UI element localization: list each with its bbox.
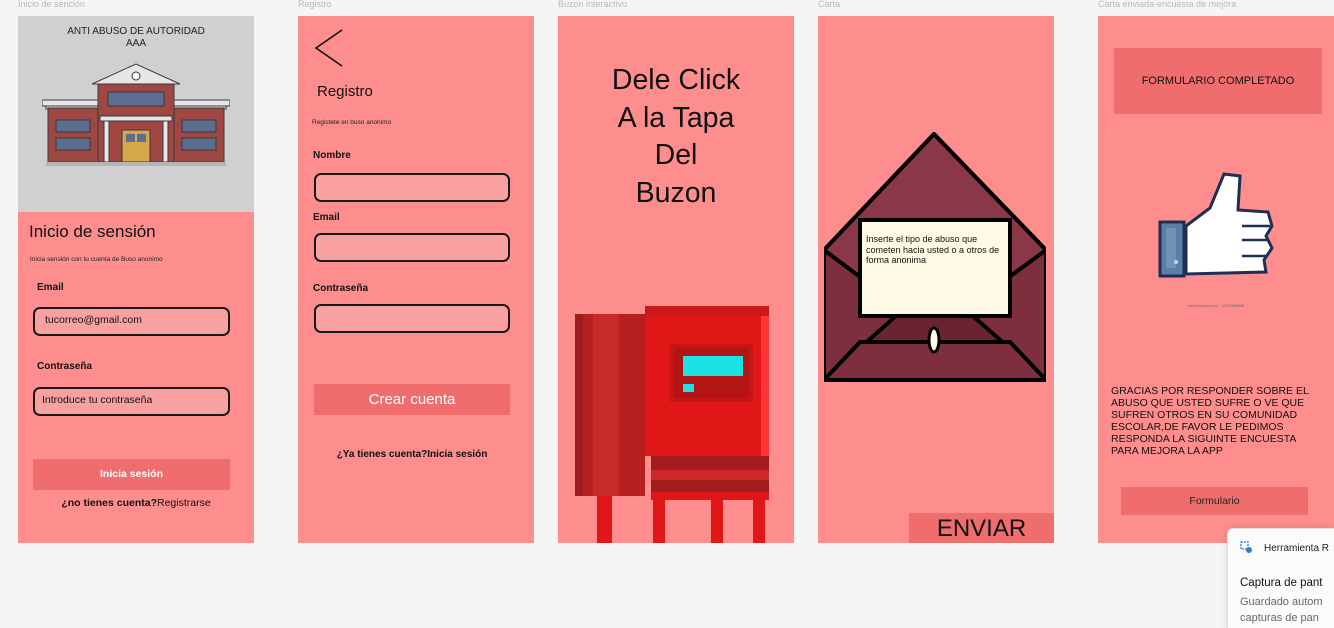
survey-frame: FORMULARIO COMPLETADO shutterstock.com ·… (1098, 16, 1334, 543)
letter-frame: Inserte el tipo de abuso que cometen hac… (818, 16, 1054, 543)
register-frame: Registro Registete en buso anonimo Nombr… (298, 16, 534, 543)
name-label: Nombre (313, 150, 351, 161)
login-title: Inicio de sensión (29, 222, 156, 241)
send-button[interactable]: ENVIAR (909, 513, 1054, 543)
register-email-label: Email (313, 212, 340, 223)
create-account-button[interactable]: Crear cuenta (314, 384, 510, 415)
frame-label-mailbox: Buzon interactivo (558, 0, 628, 9)
register-prompt: ¿no tienes cuenta?Registrarse (18, 497, 254, 509)
instruction-line-3: Del (654, 139, 698, 171)
form-completed-banner: FORMULARIO COMPLETADO (1114, 48, 1322, 114)
frame-label-letter: Carta (818, 0, 841, 9)
notification-line-2: capturas de pan (1240, 612, 1319, 624)
login-subtitle: Inicia sensión con tu cuenta de Buso ano… (30, 256, 163, 263)
notification-app-name: Herramienta R (1264, 543, 1330, 554)
brand-name: ANTI ABUSO DE AUTORIDAD (67, 26, 205, 37)
thank-you-message: GRACIAS POR RESPONDER SOBRE EL ABUSO QUE… (1111, 385, 1309, 457)
form-button[interactable]: Formulario (1121, 487, 1308, 515)
snipping-tool-icon (1240, 541, 1252, 553)
frame-label-login: Inicio de sención (18, 0, 86, 9)
instruction-line-2: A la Tapa (617, 101, 735, 134)
password-placeholder: Introduce tu contraseña (42, 394, 153, 406)
thumbs-up-icon (1158, 172, 1274, 278)
register-link[interactable]: Registrarse (157, 497, 211, 509)
email-value: tucorreo@gmail.com (45, 314, 143, 326)
register-email-field[interactable] (314, 233, 510, 262)
login-frame: ANTI ABUSO DE AUTORIDAD AAA Inicio de se… (18, 16, 254, 543)
mailbox-icon[interactable] (575, 306, 771, 543)
frame-label-register: Registro (298, 0, 332, 9)
notification-toast[interactable]: Herramienta R Captura de pant Guardado a… (1227, 528, 1334, 628)
mailbox-instruction: Dele Click A la Tapa Del Buzon (558, 62, 794, 212)
password-label: Contraseña (37, 361, 93, 372)
frame-label-survey: Carta enviada-encuesta de mejora (1098, 0, 1237, 9)
school-building-icon (42, 63, 230, 166)
password-field[interactable]: Introduce tu contraseña (33, 387, 230, 416)
instruction-line-1: Dele Click (611, 64, 741, 96)
register-subtitle: Registete en buso anonimo (312, 119, 392, 126)
login-link[interactable]: ¿Ya tienes cuenta?Inicia sesión (298, 449, 526, 460)
register-password-label: Contraseña (313, 283, 369, 294)
notification-line-1: Guardado autom (1240, 596, 1323, 608)
mailbox-frame: Dele Click A la Tapa Del Buzon (558, 16, 794, 543)
register-title: Registro (317, 83, 373, 100)
brand-acronym: AAA (125, 38, 146, 49)
back-arrow-icon[interactable] (312, 28, 346, 68)
name-field[interactable] (314, 173, 510, 202)
instruction-line-4: Buzon (635, 176, 717, 209)
email-label: Email (37, 282, 64, 293)
notification-title: Captura de pant (1240, 577, 1323, 589)
register-password-field[interactable] (314, 304, 510, 333)
letter-note-text: Inserte el tipo de abuso que cometen hac… (866, 234, 1000, 265)
email-field[interactable]: tucorreo@gmail.com (33, 307, 230, 336)
login-button[interactable]: Inicia sesión (33, 459, 230, 490)
image-credit: shutterstock.com · 1327948886 (1187, 303, 1245, 308)
register-prompt-text: ¿no tienes cuenta? (61, 497, 157, 509)
